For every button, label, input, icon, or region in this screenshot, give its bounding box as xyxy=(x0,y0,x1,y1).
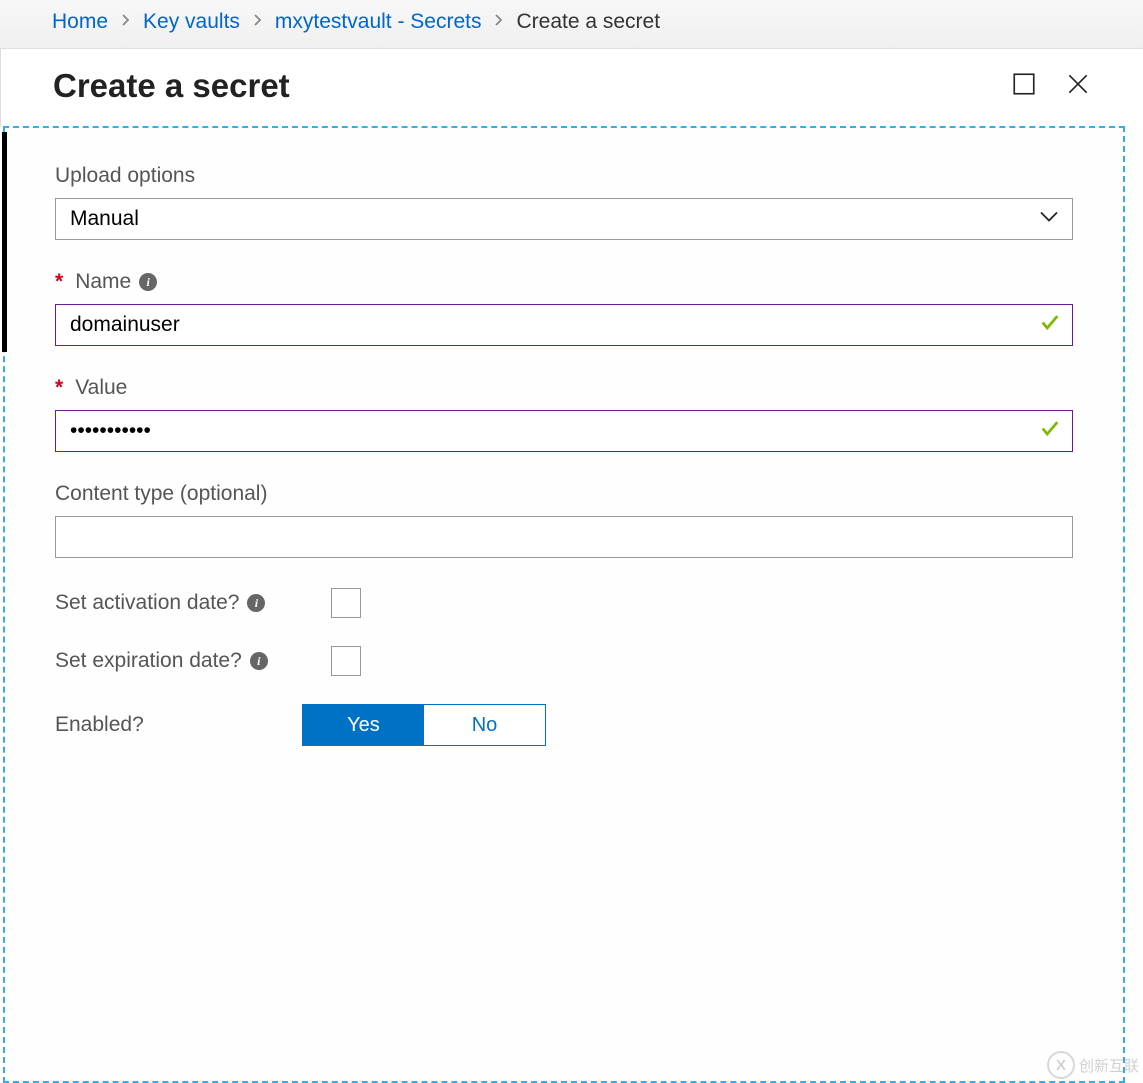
expiration-date-label: Set expiration date? xyxy=(55,649,242,673)
enabled-label: Enabled? xyxy=(55,713,302,737)
close-icon[interactable] xyxy=(1065,71,1091,102)
check-icon xyxy=(1039,312,1061,339)
chevron-right-icon xyxy=(120,12,131,32)
name-group: * Name i xyxy=(55,270,1073,346)
activation-date-label: Set activation date? xyxy=(55,591,239,615)
name-label-text: Name xyxy=(75,270,131,294)
name-input[interactable] xyxy=(55,304,1073,346)
activation-date-checkbox[interactable] xyxy=(331,588,361,618)
blade-header: Create a secret xyxy=(0,49,1143,127)
name-label: * Name i xyxy=(55,270,1073,294)
watermark: X 创新互联 xyxy=(1047,1051,1139,1079)
info-icon[interactable]: i xyxy=(247,594,265,612)
value-label: * Value xyxy=(55,376,1073,400)
header-actions xyxy=(1011,71,1091,102)
maximize-icon[interactable] xyxy=(1011,71,1037,102)
value-label-text: Value xyxy=(75,376,127,400)
expiration-date-checkbox[interactable] xyxy=(331,646,361,676)
enabled-yes-button[interactable]: Yes xyxy=(303,705,424,745)
watermark-text: 创新互联 xyxy=(1079,1055,1139,1076)
upload-options-select[interactable] xyxy=(55,198,1073,240)
upload-options-group: Upload options xyxy=(55,164,1073,240)
breadcrumb-vault[interactable]: mxytestvault - Secrets xyxy=(275,10,482,34)
enabled-row: Enabled? Yes No xyxy=(55,704,1073,746)
check-icon xyxy=(1039,418,1061,445)
chevron-right-icon xyxy=(252,12,263,32)
enabled-no-button[interactable]: No xyxy=(424,705,545,745)
breadcrumb: Home Key vaults mxytestvault - Secrets C… xyxy=(0,0,1143,49)
breadcrumb-keyvaults[interactable]: Key vaults xyxy=(143,10,240,34)
required-indicator: * xyxy=(55,376,63,400)
info-icon[interactable]: i xyxy=(139,273,157,291)
info-icon[interactable]: i xyxy=(250,652,268,670)
content-type-input[interactable] xyxy=(55,516,1073,558)
value-group: * Value xyxy=(55,376,1073,452)
breadcrumb-current: Create a secret xyxy=(516,10,660,34)
content-type-group: Content type (optional) xyxy=(55,482,1073,558)
page-title: Create a secret xyxy=(53,67,1011,105)
breadcrumb-home[interactable]: Home xyxy=(52,10,108,34)
expiration-date-row: Set expiration date? i xyxy=(55,646,1073,676)
chevron-right-icon xyxy=(493,12,504,32)
watermark-icon: X xyxy=(1047,1051,1075,1079)
form-panel: Upload options * Name i xyxy=(3,126,1125,1083)
required-indicator: * xyxy=(55,270,63,294)
content-type-label: Content type (optional) xyxy=(55,482,1073,506)
enabled-toggle: Yes No xyxy=(302,704,546,746)
activation-date-row: Set activation date? i xyxy=(55,588,1073,618)
value-input[interactable] xyxy=(55,410,1073,452)
upload-options-label: Upload options xyxy=(55,164,1073,188)
